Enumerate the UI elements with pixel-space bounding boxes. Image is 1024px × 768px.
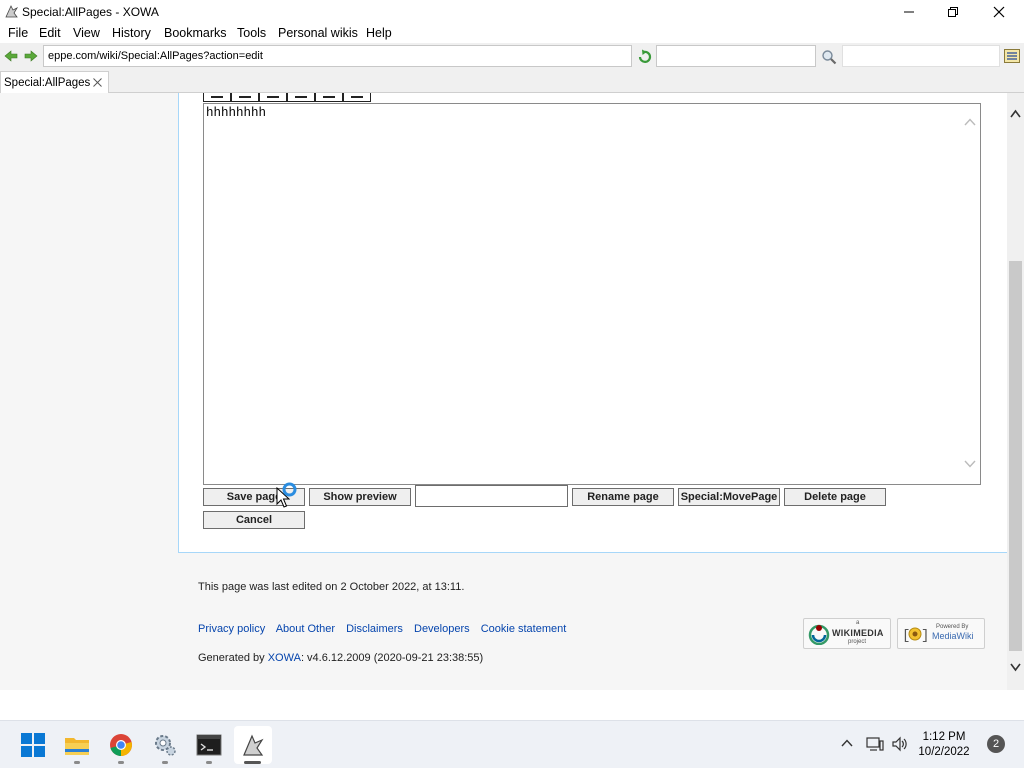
terminal-icon[interactable] [196,732,222,758]
clock-date: 10/2/2022 [918,746,970,758]
restore-icon [948,6,958,17]
toolbar-button[interactable] [343,93,371,102]
chevron-down-icon[interactable] [964,460,976,468]
move-page-button[interactable]: Special:MovePage [678,488,780,506]
tab-strip: Special:AllPages [0,70,1024,93]
last-edited-text: This page was last edited on 2 October 2… [198,581,465,593]
taskbar-indicator [206,761,212,764]
page-content: hhhhhhhh Save page Show preview Rename p… [0,93,1008,690]
editor-text: hhhhhhhh [206,106,267,120]
wikimedia-badge-small: a [856,620,860,626]
powered-by-mediawiki-badge[interactable]: [ ] Powered By MediaWiki [897,618,985,649]
menu-bar: File Edit View History Bookmarks Tools P… [0,23,1024,43]
clock[interactable]: 1:12 PM 10/2/2022 [912,730,976,760]
wikimedia-logo-icon [808,624,830,645]
generated-prefix: Generated by [198,652,268,664]
chevron-up-icon[interactable] [964,118,976,126]
file-explorer-icon[interactable] [64,732,90,758]
minimize-button[interactable] [886,0,932,23]
back-arrow-icon[interactable] [4,50,18,62]
cookie-statement-link[interactable]: Cookie statement [481,623,567,635]
disclaimers-link[interactable]: Disclaimers [346,623,403,635]
chevron-up-icon[interactable] [841,739,853,747]
volume-icon[interactable] [891,736,909,752]
menu-file[interactable]: File [8,26,28,40]
menu-personal-wikis[interactable]: Personal wikis [278,26,358,40]
search-input[interactable] [656,45,816,67]
toolbar-button[interactable] [315,93,343,102]
taskbar-active-indicator [244,761,261,764]
minimize-icon [904,11,914,12]
mediawiki-logo-icon: [ ] [902,627,928,644]
toolbar-button[interactable] [287,93,315,102]
window-title: Special:AllPages - XOWA [22,5,159,19]
clock-time: 1:12 PM [922,731,966,743]
wikimedia-badge-name: WIKIMEDIA [832,628,884,638]
taskbar-indicator [118,761,124,764]
mediawiki-badge-name: MediaWiki [932,631,974,641]
menu-tools[interactable]: Tools [237,26,266,40]
mediawiki-badge-small: Powered By [936,624,969,630]
taskbar-indicator [74,761,80,764]
title-bar: Special:AllPages - XOWA [0,0,1024,23]
chrome-icon[interactable] [108,732,134,758]
menu-view[interactable]: View [73,26,100,40]
tab-label: Special:AllPages [4,77,91,89]
menu-help[interactable]: Help [366,26,392,40]
scrollbar-thumb[interactable] [1009,261,1022,651]
taskbar-indicator [162,761,168,764]
tab-close-icon[interactable] [92,77,103,88]
tab-special-allpages[interactable]: Special:AllPages [0,71,109,93]
scroll-down-arrow-icon[interactable] [1010,663,1021,672]
wikimedia-badge-sub: project [848,639,867,645]
show-preview-button[interactable]: Show preview [309,488,411,506]
busy-spinner-icon [282,482,297,497]
xowa-taskbar-button[interactable] [234,726,272,764]
toolbar-button[interactable] [259,93,287,102]
close-window-button[interactable] [976,0,1022,23]
find-input[interactable] [842,45,1000,67]
generated-by-text: Generated by XOWA: v4.6.12.2009 (2020-09… [198,652,483,664]
scroll-up-arrow-icon[interactable] [1010,109,1021,118]
windows-start-icon[interactable] [20,732,46,758]
menu-bookmarks[interactable]: Bookmarks [164,26,227,40]
edit-toolbar [203,93,371,102]
notification-badge[interactable]: 2 [987,735,1005,753]
network-icon[interactable] [866,736,884,752]
navigation-bar: eppe.com/wiki/Special:AllPages?action=ed… [0,43,1024,70]
rename-page-button[interactable]: Rename page [572,488,674,506]
developers-link[interactable]: Developers [414,623,470,635]
cancel-button[interactable]: Cancel [203,511,305,529]
privacy-policy-link[interactable]: Privacy policy [198,623,265,635]
summary-input[interactable] [415,485,568,507]
menu-history[interactable]: History [112,26,151,40]
edit-textarea[interactable]: hhhhhhhh [203,103,981,485]
delete-page-button[interactable]: Delete page [784,488,886,506]
options-menu-icon[interactable] [1004,49,1020,63]
settings-gear-icon[interactable] [152,732,178,758]
search-icon[interactable] [821,49,837,65]
menu-edit[interactable]: Edit [39,26,61,40]
url-input[interactable]: eppe.com/wiki/Special:AllPages?action=ed… [43,45,632,67]
generated-suffix: : v4.6.12.2009 (2020-09-21 23:38:55) [300,652,484,664]
page-scrollbar[interactable] [1007,93,1024,690]
toolbar-button[interactable] [231,93,259,102]
wikimedia-project-badge[interactable]: a WIKIMEDIA project [803,618,891,649]
go-refresh-icon[interactable] [637,49,652,64]
toolbar-button[interactable] [203,93,231,102]
footer-links: Privacy policy About Other Disclaimers D… [198,623,574,635]
xowa-app-icon [243,734,264,756]
taskbar: 1:12 PM 10/2/2022 2 [0,720,1024,768]
restore-button[interactable] [930,0,976,23]
xowa-app-icon [5,5,19,18]
xowa-link[interactable]: XOWA [268,652,301,664]
svg-text:]: ] [921,628,928,644]
close-icon [993,6,1005,17]
forward-arrow-icon[interactable] [24,50,38,62]
about-link[interactable]: About Other [276,623,335,635]
